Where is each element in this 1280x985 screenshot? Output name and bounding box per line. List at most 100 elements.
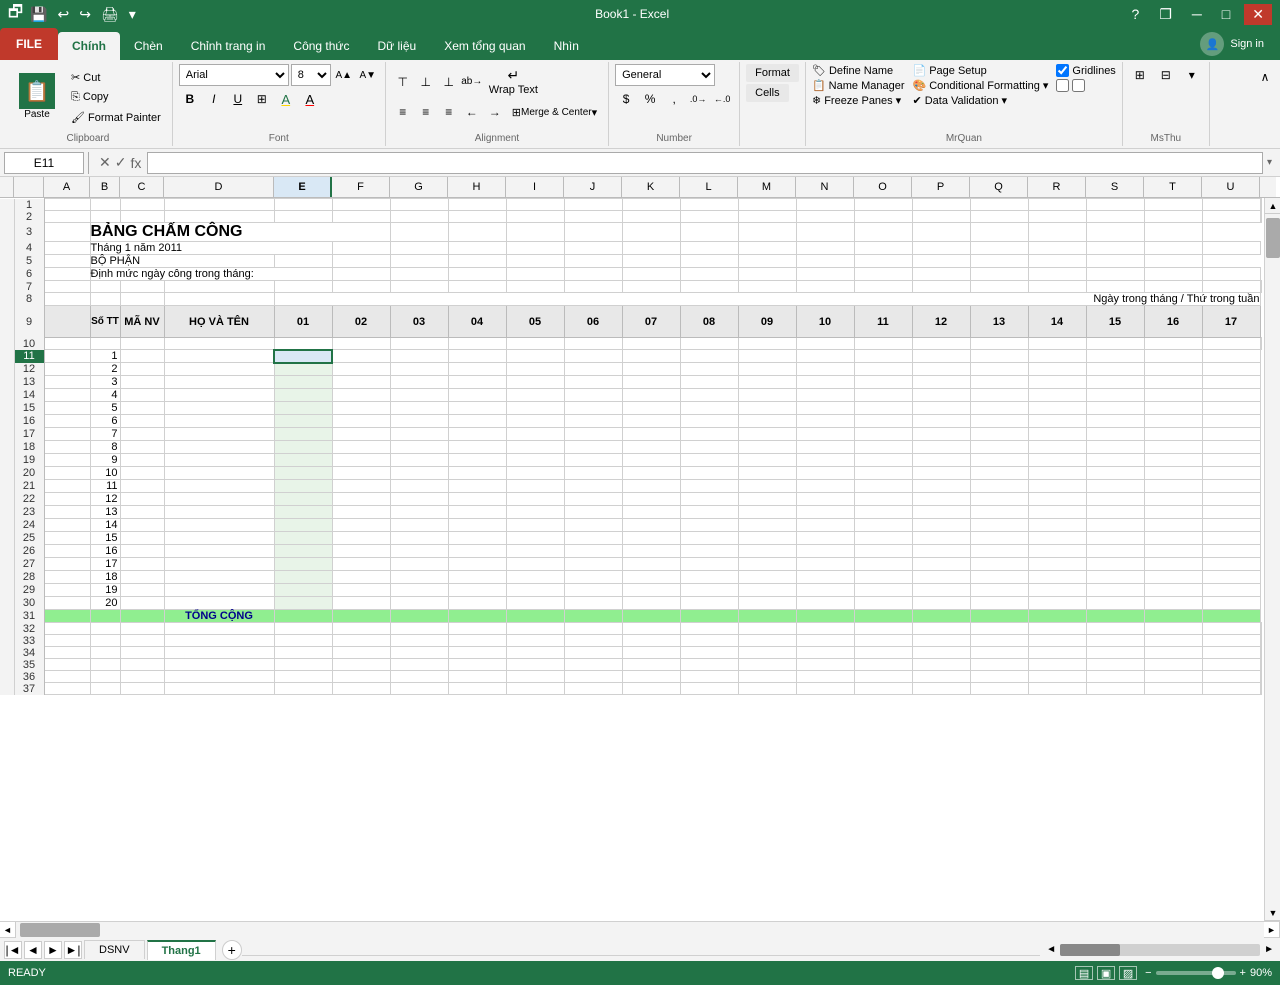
grid-cell[interactable] [796, 363, 854, 376]
vscroll-up-btn[interactable]: ▲ [1265, 198, 1280, 214]
grid-cell[interactable] [448, 363, 506, 376]
grid-cell[interactable] [1086, 281, 1144, 293]
grid-cell[interactable] [120, 493, 164, 506]
grid-cell[interactable] [448, 255, 506, 268]
grid-cell[interactable] [796, 350, 854, 363]
grid-cell[interactable] [738, 659, 796, 671]
grid-cell[interactable] [796, 199, 854, 211]
grid-cell[interactable] [506, 571, 564, 584]
paste-button[interactable]: 📋 Paste [10, 68, 64, 127]
col-header-I[interactable]: I [506, 177, 564, 197]
grid-cell[interactable] [390, 610, 448, 623]
grid-cell[interactable]: 05 [506, 306, 564, 338]
grid-cell[interactable] [44, 211, 90, 223]
grid-cell[interactable] [622, 376, 680, 389]
grid-cell[interactable] [680, 506, 738, 519]
grid-cell[interactable]: 5 [90, 402, 120, 415]
grid-cell[interactable] [854, 268, 912, 281]
orient-text-btn[interactable]: ab→ [461, 71, 483, 93]
grid-cell[interactable] [448, 623, 506, 635]
grid-cell[interactable] [448, 389, 506, 402]
grid-cell[interactable] [448, 223, 506, 242]
grid-cell[interactable] [332, 402, 390, 415]
grid-cell[interactable] [1144, 467, 1202, 480]
grid-cell[interactable] [448, 415, 506, 428]
grid-cell[interactable] [970, 480, 1028, 493]
grid-cell[interactable] [738, 376, 796, 389]
grid-cell[interactable] [622, 493, 680, 506]
grid-cell[interactable] [390, 402, 448, 415]
grid-cell[interactable] [44, 519, 90, 532]
grid-cell[interactable] [622, 363, 680, 376]
grid-cell[interactable] [1202, 506, 1260, 519]
grid-cell[interactable] [738, 338, 796, 350]
grid-cell[interactable] [1202, 571, 1260, 584]
grid-cell[interactable] [1028, 441, 1086, 454]
grid-cell[interactable] [1202, 545, 1260, 558]
maximize-btn[interactable]: □ [1216, 6, 1236, 22]
grid-cell[interactable] [680, 659, 738, 671]
grid-cell[interactable]: 10 [90, 467, 120, 480]
grid-cell[interactable] [164, 480, 274, 493]
grid-cell[interactable] [44, 558, 90, 571]
grid-cell[interactable] [854, 255, 912, 268]
grid-cell[interactable] [332, 493, 390, 506]
grid-cell[interactable] [1028, 402, 1086, 415]
col-header-C[interactable]: C [120, 177, 164, 197]
grid-cell[interactable] [120, 671, 164, 683]
grid-cell[interactable] [622, 571, 680, 584]
grid-cell[interactable] [912, 571, 970, 584]
row-number[interactable]: 32 [14, 623, 44, 635]
grid-cell[interactable] [1028, 223, 1086, 242]
grid-cell[interactable] [332, 467, 390, 480]
sheet-tab-DSNV[interactable]: DSNV [84, 940, 145, 959]
grid-cell[interactable] [274, 519, 332, 532]
grid-cell[interactable] [738, 558, 796, 571]
grid-cell[interactable] [1086, 242, 1144, 255]
decrease-decimal-btn[interactable]: ←.0 [711, 88, 733, 110]
grid-cell[interactable] [622, 480, 680, 493]
grid-cell[interactable] [622, 584, 680, 597]
grid-cell[interactable] [332, 199, 390, 211]
row-number[interactable]: 23 [14, 506, 44, 519]
grid-cell[interactable] [506, 281, 564, 293]
grid-cell[interactable]: BỘ PHẬN [90, 255, 274, 268]
grid-cell[interactable] [1086, 647, 1144, 659]
grid-cell[interactable] [796, 506, 854, 519]
grid-cell[interactable] [854, 281, 912, 293]
freeze-panes-btn[interactable]: ❄ Freeze Panes ▾ [812, 94, 905, 107]
percent-btn[interactable]: % [639, 88, 661, 110]
grid-cell[interactable] [796, 376, 854, 389]
grid-cell[interactable] [854, 493, 912, 506]
grid-cell[interactable] [164, 647, 274, 659]
grid-cell[interactable]: HỌ VÀ TÊN [164, 306, 274, 338]
grid-cell[interactable] [564, 683, 622, 695]
grid-cell[interactable] [564, 268, 622, 281]
grid-cell[interactable] [854, 441, 912, 454]
grid-cell[interactable] [120, 363, 164, 376]
grid-cell[interactable] [506, 211, 564, 223]
grid-cell[interactable] [164, 532, 274, 545]
grid-cell[interactable] [390, 415, 448, 428]
confirm-formula-btn[interactable]: ✓ [115, 154, 127, 171]
grid-cell[interactable] [738, 493, 796, 506]
grid-cell[interactable] [564, 519, 622, 532]
row-number[interactable]: 17 [14, 428, 44, 441]
grid-cell[interactable] [738, 428, 796, 441]
grid-cell[interactable] [564, 506, 622, 519]
row-number[interactable]: 18 [14, 441, 44, 454]
row-number[interactable]: 1 [14, 199, 44, 211]
grid-cell[interactable] [44, 467, 90, 480]
grid-cell[interactable]: 15 [90, 532, 120, 545]
grid-cell[interactable] [1144, 363, 1202, 376]
col-header-O[interactable]: O [854, 177, 912, 197]
grid-cell[interactable] [120, 647, 164, 659]
grid-cell[interactable] [564, 454, 622, 467]
grid-cell[interactable] [1202, 199, 1260, 211]
grid-cell[interactable] [120, 467, 164, 480]
grid-cell[interactable] [44, 683, 90, 695]
expand-ribbon-btn[interactable]: ∧ [1254, 66, 1276, 88]
grid-cell[interactable] [390, 480, 448, 493]
grid-cell[interactable] [1260, 671, 1261, 683]
grid-cell[interactable] [854, 683, 912, 695]
